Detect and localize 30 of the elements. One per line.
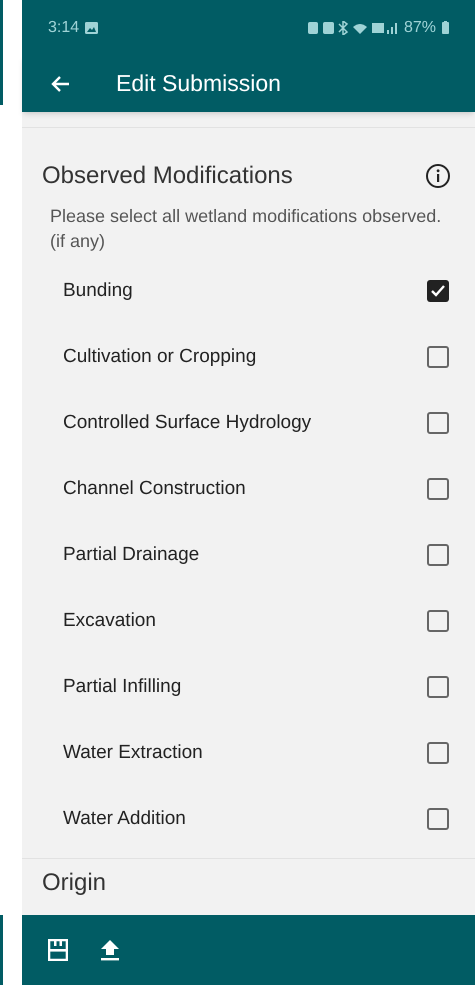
option-label: Partial Infilling <box>63 674 182 699</box>
info-icon[interactable] <box>425 163 451 189</box>
upload-button[interactable] <box>98 938 122 962</box>
option-label: Water Extraction <box>63 740 203 765</box>
checkbox[interactable] <box>427 742 449 764</box>
checkbox[interactable] <box>427 280 449 302</box>
option-label: Channel Construction <box>63 476 246 501</box>
checkbox[interactable] <box>427 412 449 434</box>
option-label: Bunding <box>63 278 133 303</box>
checkbox[interactable] <box>427 610 449 632</box>
battery-icon <box>442 21 449 34</box>
section-title: Origin <box>42 869 106 896</box>
status-time: 3:14 <box>48 18 80 38</box>
image-icon <box>85 22 98 34</box>
checkbox[interactable] <box>427 676 449 698</box>
section-title: Observed Modifications <box>42 161 293 191</box>
save-button[interactable] <box>46 938 70 962</box>
option-label: Cultivation or Cropping <box>63 344 256 369</box>
checkbox[interactable] <box>427 346 449 368</box>
checkbox[interactable] <box>427 544 449 566</box>
section-description: Please select all wetland modifications observed. (if any) <box>49 205 442 253</box>
option-label: Excavation <box>63 608 156 633</box>
option-label: Water Addition <box>63 806 186 831</box>
checkbox[interactable] <box>427 808 449 830</box>
checkbox[interactable] <box>427 478 449 500</box>
option-label: Partial Drainage <box>63 542 200 567</box>
screen-title: Edit Submission <box>116 69 281 98</box>
check-icon <box>430 284 446 298</box>
battery-level: 87% <box>404 18 436 38</box>
option-label: Controlled Surface Hydrology <box>63 410 312 435</box>
